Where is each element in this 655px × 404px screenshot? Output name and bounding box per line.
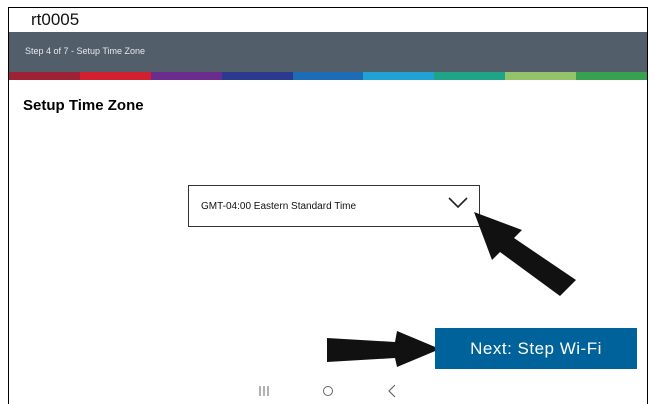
next-step-wifi-button[interactable]: Next: Step Wi-Fi [435, 328, 637, 369]
timezone-selected-value: GMT-04:00 Eastern Standard Time [201, 201, 357, 212]
color-strip-segment [292, 72, 364, 80]
annotation-arrow-icon [474, 212, 576, 296]
color-strip-segment [9, 72, 80, 80]
timezone-dropdown[interactable]: GMT-04:00 Eastern Standard Time [188, 185, 480, 227]
color-strip-segment [221, 72, 293, 80]
android-navigation-bar [9, 378, 647, 404]
color-strip-segment [505, 72, 577, 80]
window-title: rt0005 [31, 10, 80, 29]
brand-color-strip [9, 72, 648, 80]
back-icon[interactable] [381, 382, 403, 400]
chevron-down-icon [448, 197, 468, 209]
page-title: Setup Time Zone [23, 97, 144, 114]
recent-apps-icon[interactable] [253, 382, 275, 400]
color-strip-segment [363, 72, 435, 80]
wizard-step-header: Step 4 of 7 - Setup Time Zone [9, 32, 647, 72]
home-icon[interactable] [317, 382, 339, 400]
annotation-arrow-icon [327, 331, 440, 367]
color-strip-segment [434, 72, 506, 80]
color-strip-segment [576, 72, 648, 80]
color-strip-segment [79, 72, 151, 80]
color-strip-segment [150, 72, 222, 80]
step-indicator: Step 4 of 7 - Setup Time Zone [25, 46, 146, 56]
window-title-bar: rt0005 [9, 8, 647, 32]
